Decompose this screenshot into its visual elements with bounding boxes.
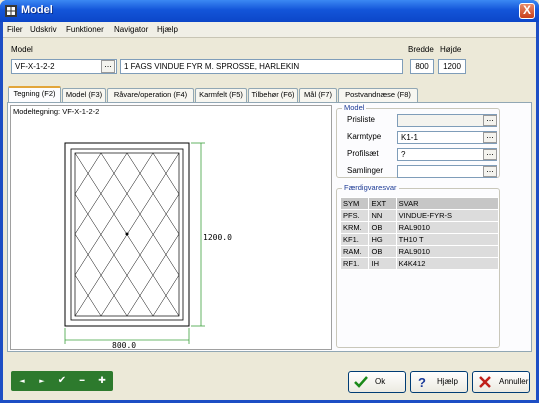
- tab-maal[interactable]: Mål (F7): [299, 88, 337, 102]
- cancel-button[interactable]: Annuller: [472, 371, 530, 393]
- col-svar[interactable]: SVAR: [395, 197, 500, 210]
- menu-udskriv[interactable]: Udskriv: [30, 25, 57, 34]
- nav-next-icon[interactable]: ►: [35, 373, 49, 389]
- karmtype-field[interactable]: K1-1: [397, 131, 497, 144]
- tab-karmfelt[interactable]: Karmfelt (F5): [195, 88, 247, 102]
- prisliste-lookup-button[interactable]: ...: [483, 115, 497, 126]
- drawing-canvas[interactable]: Modeltegning: VF-X-1-2-2 1200.0 800.0: [10, 105, 332, 350]
- samlinger-label: Samlinger: [347, 166, 384, 175]
- answers-header-row: SYM EXT SVAR: [339, 197, 500, 210]
- cell-svar: RAL9010: [395, 245, 500, 258]
- col-sym[interactable]: SYM: [339, 197, 370, 210]
- tab-panel-tegning: Modeltegning: VF-X-1-2-2 1200.0 800.0 Mo…: [7, 102, 532, 352]
- profilsaet-lookup-button[interactable]: ...: [483, 149, 497, 160]
- tab-model[interactable]: Model (F3): [62, 88, 106, 102]
- width-field[interactable]: 800: [410, 59, 434, 74]
- cell-ext: OB: [368, 245, 397, 258]
- cell-sym: RF1.: [339, 257, 370, 270]
- window-client: Filer Udskriv Funktioner Navigator Hjælp…: [3, 22, 536, 400]
- nav-remove-icon[interactable]: ━: [75, 373, 89, 389]
- title-bar[interactable]: Model X: [0, 0, 539, 22]
- cell-ext: HG: [368, 233, 397, 246]
- help-label: Hjælp: [437, 377, 458, 386]
- menu-funktioner[interactable]: Funktioner: [66, 25, 104, 34]
- table-row[interactable]: KRM. OB RAL9010: [339, 221, 500, 234]
- tab-postvandnaese[interactable]: Postvandnæse (F8): [338, 88, 418, 102]
- checkmark-icon: [354, 376, 368, 388]
- cell-ext: NN: [368, 209, 397, 222]
- menu-hjaelp[interactable]: Hjælp: [157, 25, 178, 34]
- cell-svar: RAL9010: [395, 221, 500, 234]
- nav-confirm-icon[interactable]: ✔: [55, 373, 69, 389]
- ok-button[interactable]: Ok: [348, 371, 406, 393]
- prisliste-label: Prisliste: [347, 115, 376, 124]
- model-group: Model Prisliste ... Karmtype K1-1 ... Pr…: [336, 103, 500, 178]
- answers-table: SYM EXT SVAR PFS. NN VINDUE-FYR-S KRM. O…: [339, 197, 500, 270]
- cell-sym: RAM.: [339, 245, 370, 258]
- profilsaet-field[interactable]: ?: [397, 148, 497, 161]
- cell-svar: TH10 T: [395, 233, 500, 246]
- cell-sym: KRM.: [339, 221, 370, 234]
- table-row[interactable]: RF1. IH K4K412: [339, 257, 500, 270]
- answers-group-title: Færdigvaresvar: [342, 183, 399, 192]
- height-label: Højde: [440, 45, 462, 54]
- nav-prev-icon[interactable]: ◄: [15, 373, 29, 389]
- ok-label: Ok: [375, 377, 386, 386]
- tab-tilbehoer[interactable]: Tilbehør (F6): [248, 88, 298, 102]
- window-drawing: [64, 142, 205, 344]
- menu-filer[interactable]: Filer: [7, 25, 23, 34]
- navigator-bar: ◄ ► ✔ ━ ✚: [11, 371, 113, 391]
- model-description-field[interactable]: 1 FAGS VINDUE FYR M. SPROSSE, HARLEKIN: [120, 59, 403, 74]
- bottom-bar: ◄ ► ✔ ━ ✚ Ok ? Hjælp Annuller: [5, 369, 534, 396]
- karmtype-lookup-button[interactable]: ...: [483, 132, 497, 143]
- prisliste-field[interactable]: [397, 114, 497, 127]
- cell-sym: PFS.: [339, 209, 370, 222]
- model-label: Model: [11, 45, 33, 54]
- menu-navigator[interactable]: Navigator: [114, 25, 148, 34]
- col-ext[interactable]: EXT: [368, 197, 397, 210]
- cancel-x-icon: [479, 376, 491, 388]
- table-row[interactable]: KF1. HG TH10 T: [339, 233, 500, 246]
- cancel-label: Annuller: [499, 377, 529, 386]
- cell-ext: OB: [368, 221, 397, 234]
- nav-add-icon[interactable]: ✚: [95, 373, 109, 389]
- profilsaet-label: Profilsæt: [347, 149, 379, 158]
- menu-bar: Filer Udskriv Funktioner Navigator Hjælp: [3, 22, 536, 38]
- model-lookup-button[interactable]: ...: [101, 60, 115, 73]
- cell-sym: KF1.: [339, 233, 370, 246]
- cell-svar: VINDUE-FYR-S: [395, 209, 500, 222]
- sash-handle-marker: [125, 232, 129, 236]
- samlinger-lookup-button[interactable]: ...: [483, 166, 497, 177]
- svg-text:?: ?: [418, 375, 426, 389]
- model-window: Model X Filer Udskriv Funktioner Navigat…: [0, 0, 539, 403]
- answers-group: Færdigvaresvar SYM EXT SVAR PFS. NN VIND…: [336, 183, 500, 348]
- height-dimension-label: 1200.0: [203, 233, 232, 242]
- table-row[interactable]: RAM. OB RAL9010: [339, 245, 500, 258]
- question-icon: ?: [418, 375, 426, 389]
- window-grid-icon: [5, 5, 17, 17]
- width-label: Bredde: [408, 45, 434, 54]
- window-title: Model: [21, 4, 53, 16]
- samlinger-field[interactable]: [397, 165, 497, 178]
- karmtype-label: Karmtype: [347, 132, 382, 141]
- cell-ext: IH: [368, 257, 397, 270]
- height-field[interactable]: 1200: [438, 59, 466, 74]
- help-button[interactable]: ? Hjælp: [410, 371, 468, 393]
- table-row[interactable]: PFS. NN VINDUE-FYR-S: [339, 209, 500, 222]
- tab-raavare-operation[interactable]: Råvare/operation (F4): [107, 88, 194, 102]
- cell-svar: K4K412: [395, 257, 500, 270]
- tab-tegning[interactable]: Tegning (F2): [8, 86, 61, 102]
- close-button[interactable]: X: [519, 3, 535, 19]
- model-group-title: Model: [342, 103, 367, 112]
- width-dimension-label: 800.0: [112, 341, 137, 350]
